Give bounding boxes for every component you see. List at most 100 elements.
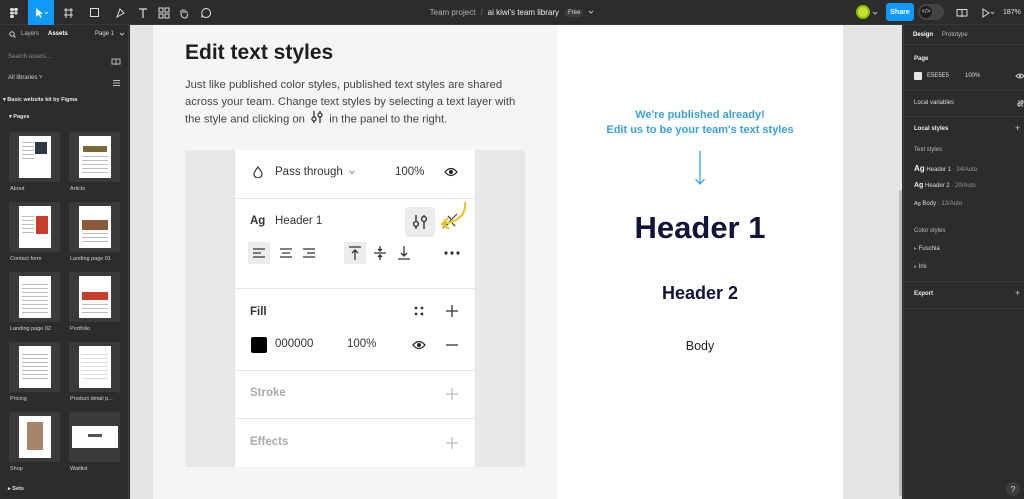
thumbnail-label: Portfolio [70, 326, 91, 332]
align-bottom-icon [398, 246, 410, 260]
sample-header-1[interactable]: Header 1 [557, 210, 843, 246]
comment-tool-button[interactable] [198, 0, 214, 25]
eye-icon[interactable] [444, 166, 458, 178]
page-thumbnail-portfolio[interactable] [69, 272, 120, 322]
align-center-button[interactable] [275, 242, 297, 264]
breadcrumb-file-name[interactable]: ai kiwi's team library [488, 8, 559, 17]
tab-assets[interactable]: Assets [48, 31, 68, 37]
styles-grid-icon[interactable] [413, 305, 425, 317]
page-thumbnail-product-detail[interactable] [69, 342, 120, 392]
text-style-item-header-2[interactable]: Ag Header 2 · 20/Auto [914, 182, 976, 189]
published-note[interactable]: We're published already! Edit us to be y… [557, 108, 843, 138]
align-top-button[interactable] [344, 242, 366, 264]
color-style-item-iris[interactable]: ▸ Iris [914, 263, 927, 270]
align-right-button[interactable] [298, 242, 320, 264]
add-effect-icon[interactable] [445, 436, 459, 450]
fill-opacity-value[interactable]: 100% [347, 338, 376, 350]
list-view-icon[interactable] [112, 74, 121, 92]
pages-heading[interactable]: ▾ Pages [9, 114, 30, 120]
text-style-item-header-1[interactable]: Ag Header 1 · 34/Auto [914, 164, 977, 173]
figma-logo-icon [10, 7, 18, 18]
canvas-scrollbar[interactable] [899, 190, 902, 496]
align-middle-button[interactable] [369, 242, 391, 264]
add-stroke-icon[interactable] [445, 387, 459, 401]
instruction-frame[interactable]: Edit text styles Just like published col… [153, 25, 557, 499]
fill-hex-value[interactable]: 000000 [275, 338, 313, 350]
align-center-icon [280, 248, 292, 258]
page-color-hex[interactable]: E5E5E5 [927, 73, 949, 79]
frame-description[interactable]: Just like published color styles, publis… [185, 77, 530, 130]
pen-tool-button[interactable] [110, 0, 134, 25]
shape-tool-button[interactable] [84, 0, 108, 25]
chevron-down-icon[interactable] [119, 31, 125, 39]
more-options-icon[interactable] [442, 242, 462, 264]
dev-mode-toggle[interactable]: </> [918, 4, 944, 20]
present-button[interactable] [978, 0, 998, 25]
sets-heading[interactable]: ▸ Sets [8, 486, 24, 492]
sample-body[interactable]: Body [557, 339, 843, 353]
text-tool-button[interactable] [136, 0, 150, 25]
tab-design[interactable]: Design [913, 32, 933, 38]
tab-layers[interactable]: Layers [21, 31, 39, 37]
avatar[interactable] [856, 5, 870, 19]
search-icon[interactable] [9, 31, 16, 40]
right-sidebar: Design Prototype Page E5E5E5 100% Local … [903, 25, 1024, 499]
fill-color-swatch[interactable] [251, 337, 267, 353]
add-fill-icon[interactable] [445, 304, 459, 318]
page-selector[interactable]: Page 1 [95, 31, 114, 37]
zoom-level[interactable]: 187% [1003, 0, 1021, 25]
page-color-opacity[interactable]: 100% [965, 73, 980, 79]
align-left-button[interactable] [248, 242, 270, 264]
page-thumbnail-landing-page-01[interactable] [69, 202, 120, 252]
hand-tool-button[interactable] [176, 0, 192, 25]
eye-icon[interactable] [412, 339, 426, 351]
open-library-icon[interactable] [111, 53, 121, 71]
text-styles-frame[interactable]: We're published already! Edit us to be y… [557, 25, 843, 499]
page-thumbnail-about[interactable] [9, 132, 60, 182]
kit-name-label: Basic website kit by Figma [7, 97, 78, 103]
color-style-item-fuschia[interactable]: ▸ Fuschia [914, 245, 940, 252]
chevron-down-icon[interactable] [588, 8, 594, 17]
library-kit-name[interactable]: ▾ Basic website kit by Figma [3, 97, 77, 103]
sample-header-2[interactable]: Header 2 [557, 283, 843, 304]
page-thumbnail-article[interactable] [69, 132, 120, 182]
demo-screenshot: Pass through 100% Ag Header 1 Fill 00000… [185, 150, 525, 467]
move-tool-button[interactable] [28, 0, 54, 25]
frame-tool-button[interactable] [58, 0, 82, 25]
remove-fill-icon[interactable] [445, 339, 459, 351]
search-assets-input[interactable]: Search assets... [8, 54, 51, 60]
add-style-icon[interactable]: + [1015, 123, 1020, 133]
figma-app: Team project / ai kiwi's team library Fr… [0, 0, 1024, 499]
breadcrumb-project[interactable]: Team project [430, 8, 476, 17]
add-export-icon[interactable]: + [1015, 288, 1020, 298]
libraries-filter[interactable]: All libraries ˅ [8, 75, 43, 81]
stroke-heading: Stroke [250, 387, 286, 399]
page-thumbnail-pricing[interactable] [9, 342, 60, 392]
text-style-name[interactable]: Header 1 [275, 215, 322, 227]
page-thumbnail-shop[interactable] [9, 412, 60, 462]
page-color-swatch[interactable] [914, 72, 922, 80]
tab-prototype[interactable]: Prototype [942, 32, 968, 38]
eye-icon[interactable] [1015, 72, 1024, 82]
toolbar: Team project / ai kiwi's team library Fr… [0, 0, 1024, 25]
frame-title[interactable]: Edit text styles [185, 41, 333, 65]
page-thumbnail-landing-page-02[interactable] [9, 272, 60, 322]
page-thumbnail-waitlist[interactable] [69, 412, 120, 462]
align-bottom-button[interactable] [393, 242, 415, 264]
library-button[interactable] [954, 0, 970, 25]
hand-icon [180, 8, 188, 19]
chevron-down-icon[interactable] [870, 0, 880, 25]
main-menu-button[interactable] [4, 0, 24, 25]
canvas[interactable]: Edit text styles Just like published col… [130, 25, 902, 499]
chevron-down-icon[interactable] [348, 168, 356, 176]
variables-settings-icon[interactable] [1016, 99, 1024, 110]
share-button[interactable]: Share [886, 3, 914, 21]
resources-button[interactable] [156, 0, 172, 25]
rectangle-icon [90, 7, 99, 17]
local-variables-heading[interactable]: Local variables [914, 100, 954, 106]
blend-mode-select[interactable]: Pass through [275, 166, 343, 178]
help-button[interactable]: ? [1006, 482, 1020, 496]
page-thumbnail-contact-form[interactable] [9, 202, 60, 252]
layer-opacity[interactable]: 100% [395, 166, 424, 178]
text-style-item-body[interactable]: Ag Body · 13/Auto [914, 201, 962, 207]
